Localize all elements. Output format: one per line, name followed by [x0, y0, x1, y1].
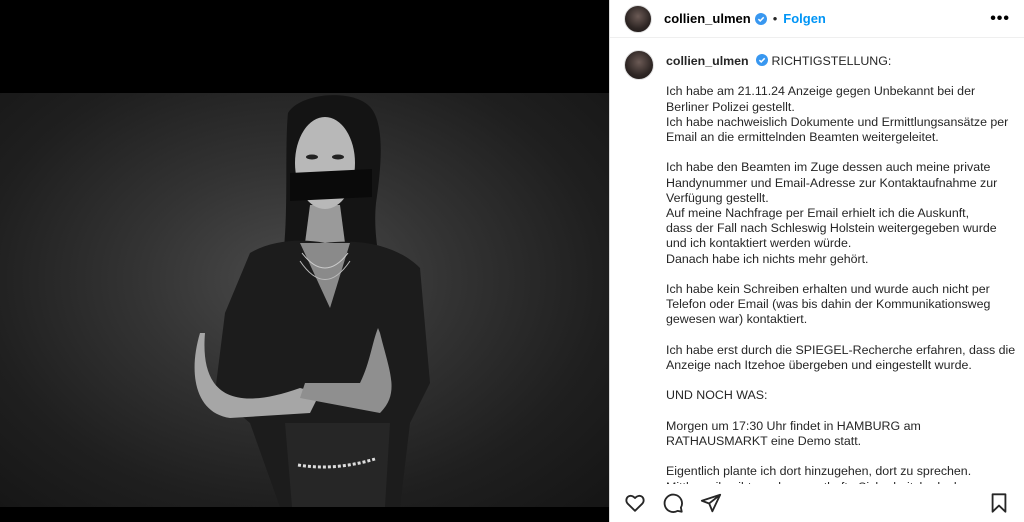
caption-line: Anzeige nach Itzehoe übergeben und einge…: [666, 358, 972, 372]
caption-line: Ich habe den Beamten im Zuge dessen auch…: [666, 160, 991, 175]
post-body: collien_ulmen RICHTIGSTELLUNG: Ich habe …: [610, 38, 1024, 522]
post-photo: [0, 93, 609, 507]
separator-dot: •: [772, 11, 778, 26]
caption-header: collien_ulmen RICHTIGSTELLUNG:: [666, 54, 1011, 69]
header-username[interactable]: collien_ulmen: [664, 11, 751, 26]
share-icon[interactable]: [700, 492, 722, 514]
caption-line: Eigentlich plante ich dort hinzugehen, d…: [666, 464, 972, 479]
caption-line: Danach habe ich nichts mehr gehört.: [666, 251, 869, 266]
post-sidebar: collien_ulmen • Folgen ••• collien_ulmen: [609, 0, 1024, 522]
caption-line: Auf meine Nachfrage per Email erhielt ic…: [666, 206, 970, 220]
instagram-post-view: collien_ulmen • Folgen ••• collien_ulmen: [0, 0, 1024, 522]
caption-line: Handynummer und Email-Adresse zur Kontak…: [666, 175, 998, 190]
comment-icon[interactable]: [662, 492, 684, 514]
post-media[interactable]: [0, 0, 609, 522]
caption-text: Ich habe am 21.11.24 Anzeige gegen Unbek…: [666, 84, 1016, 494]
follow-button[interactable]: Folgen: [783, 11, 826, 26]
verified-badge-icon: [756, 54, 769, 66]
portrait-image: [194, 95, 430, 507]
caption-line: Telefon oder Email (was bis dahin der Ko…: [666, 297, 991, 312]
verified-badge-icon: [754, 12, 767, 25]
caption-paragraph: Ich habe kein Schreiben erhalten und wur…: [666, 282, 1011, 328]
caption-line: RATHAUSMARKT eine Demo statt.: [666, 433, 862, 448]
caption: collien_ulmen RICHTIGSTELLUNG: Ich habe …: [666, 50, 1016, 495]
caption-line: und ich kontaktiert werden würde.: [666, 236, 852, 251]
caption-paragraph: Ich habe den Beamten im Zuge dessen auch…: [666, 160, 1011, 266]
caption-paragraph: Morgen um 17:30 Uhr findet in HAMBURG am…: [666, 419, 1011, 449]
caption-paragraph: UND NOCH WAS:: [666, 388, 1011, 403]
caption-paragraph: Ich habe erst durch die SPIEGEL-Recherch…: [666, 342, 1016, 373]
caption-line: gewesen war) kontaktiert.: [666, 312, 808, 327]
caption-row: collien_ulmen RICHTIGSTELLUNG: Ich habe …: [610, 38, 1024, 495]
caption-line: Morgen um 17:30 Uhr findet in HAMBURG am: [666, 418, 921, 433]
caption-avatar[interactable]: [624, 50, 654, 80]
caption-line: Ich habe kein Schreiben erhalten und wur…: [666, 282, 990, 296]
caption-title: RICHTIGSTELLUNG:: [771, 54, 892, 68]
avatar[interactable]: [624, 4, 652, 33]
caption-line: Ich habe erst durch die SPIEGEL-Recherch…: [666, 342, 1016, 357]
bookmark-icon[interactable]: [988, 492, 1010, 514]
caption-line: Email an die ermittelnden Beamten weiter…: [666, 130, 939, 144]
more-options-icon[interactable]: •••: [990, 10, 1010, 28]
post-header: collien_ulmen • Folgen •••: [610, 0, 1024, 38]
caption-username[interactable]: collien_ulmen: [666, 54, 749, 68]
caption-line: UND NOCH WAS:: [666, 388, 768, 403]
caption-line: Verfügung gestellt.: [666, 190, 769, 205]
action-bar: [610, 484, 1024, 522]
caption-paragraph: Ich habe am 21.11.24 Anzeige gegen Unbek…: [666, 84, 1011, 145]
caption-line: Ich habe am 21.11.24 Anzeige gegen Unbek…: [666, 84, 976, 99]
heart-icon[interactable]: [624, 492, 646, 514]
action-bar-left: [624, 492, 722, 514]
caption-line: dass der Fall nach Schleswig Holstein we…: [666, 221, 997, 236]
caption-line: Ich habe nachweislich Dokumente und Ermi…: [666, 114, 1009, 129]
caption-line: Berliner Polizei gestellt.: [666, 99, 795, 114]
